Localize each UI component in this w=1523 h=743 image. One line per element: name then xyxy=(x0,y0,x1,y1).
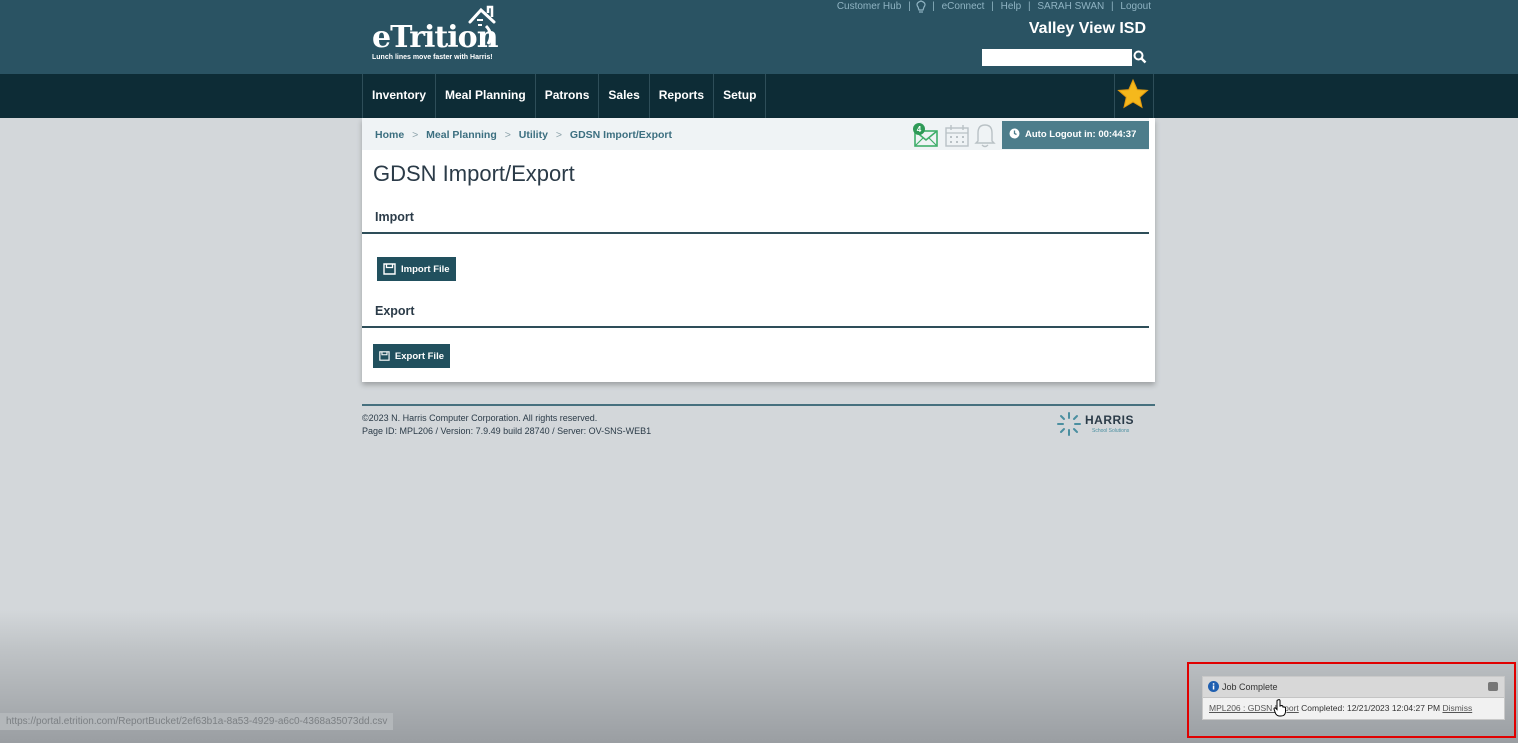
favorites-button[interactable] xyxy=(1114,74,1154,118)
footer-divider xyxy=(362,404,1155,406)
nav-meal-planning[interactable]: Meal Planning xyxy=(436,74,536,118)
close-icon[interactable] xyxy=(1488,682,1498,691)
harris-logo: HARRIS School Solutions xyxy=(1055,411,1155,437)
export-section-header: Export xyxy=(362,302,1149,328)
breadcrumb-separator: > xyxy=(555,129,562,141)
breadcrumb-current: GDSN Import/Export xyxy=(569,129,672,141)
toast-body: MPL206 : GDSN Import Completed: 12/21/20… xyxy=(1209,703,1472,713)
star-icon xyxy=(1117,78,1149,109)
nav-reports[interactable]: Reports xyxy=(650,74,715,118)
auto-logout-timer: Auto Logout in: 00:44:37 xyxy=(1002,121,1149,149)
content-card: Home > Meal Planning > Utility > GDSN Im… xyxy=(362,118,1155,382)
harris-swirl-icon xyxy=(1057,412,1081,436)
calendar-icon[interactable] xyxy=(944,124,970,148)
user-name-link[interactable]: SARAH SWAN xyxy=(1037,1,1104,12)
save-icon xyxy=(379,351,390,361)
breadcrumb-separator: > xyxy=(412,129,419,141)
job-completed-text: Completed: 12/21/2023 12:04:27 PM xyxy=(1301,703,1441,713)
job-complete-toast: Job Complete MPL206 : GDSN Import Comple… xyxy=(1202,676,1505,720)
dismiss-link[interactable]: Dismiss xyxy=(1442,703,1472,713)
separator: | xyxy=(1027,1,1031,13)
separator: | xyxy=(932,1,935,13)
nav-inventory[interactable]: Inventory xyxy=(362,74,437,118)
hand-cursor-icon xyxy=(1273,699,1287,717)
nav-setup[interactable]: Setup xyxy=(714,74,767,118)
mail-icon[interactable]: 4 xyxy=(912,122,940,148)
copyright-text: ©2023 N. Harris Computer Corporation. Al… xyxy=(362,413,598,423)
save-icon xyxy=(383,263,396,275)
main-nav: Inventory Meal Planning Patrons Sales Re… xyxy=(362,74,767,118)
nav-sales[interactable]: Sales xyxy=(599,74,650,118)
status-bar-url: https://portal.etrition.com/ReportBucket… xyxy=(0,713,394,730)
top-links: Customer Hub | | eConnect | Help | SARAH… xyxy=(835,0,1153,13)
breadcrumb-meal-planning[interactable]: Meal Planning xyxy=(426,129,497,141)
separator: | xyxy=(908,1,911,13)
customer-hub-link[interactable]: Customer Hub xyxy=(837,1,901,12)
import-section-header: Import xyxy=(362,208,1149,234)
lightbulb-icon[interactable] xyxy=(915,0,927,13)
import-file-label: Import File xyxy=(401,263,450,275)
logo-tagline: Lunch lines move faster with Harris! xyxy=(372,54,493,61)
logout-link[interactable]: Logout xyxy=(1120,1,1151,12)
harris-subtitle: School Solutions xyxy=(1092,428,1130,434)
breadcrumb-bar: Home > Meal Planning > Utility > GDSN Im… xyxy=(362,118,1149,150)
search-icon[interactable] xyxy=(1133,50,1147,64)
import-file-button[interactable]: Import File xyxy=(377,257,456,281)
district-name: Valley View ISD xyxy=(1028,20,1146,37)
toast-header: Job Complete xyxy=(1203,677,1504,698)
separator: | xyxy=(991,1,994,13)
harris-wordmark: HARRIS xyxy=(1085,413,1135,427)
header-bar xyxy=(0,0,1518,74)
breadcrumb-utility[interactable]: Utility xyxy=(519,129,548,141)
breadcrumb-home[interactable]: Home xyxy=(375,129,404,141)
econnect-link[interactable]: eConnect xyxy=(942,1,985,12)
mail-count-badge: 4 xyxy=(917,125,922,134)
window-edge xyxy=(1518,0,1523,743)
help-link[interactable]: Help xyxy=(1001,1,1022,12)
breadcrumb: Home > Meal Planning > Utility > GDSN Im… xyxy=(375,129,672,141)
export-file-button[interactable]: Export File xyxy=(373,344,450,368)
page-title: GDSN Import/Export xyxy=(373,161,575,186)
bell-icon[interactable] xyxy=(974,122,996,148)
page-id-text: Page ID: MPL206 / Version: 7.9.49 build … xyxy=(362,426,652,436)
clock-icon xyxy=(1009,128,1020,139)
import-heading: Import xyxy=(375,210,414,224)
auto-logout-text: Auto Logout in: 00:44:37 xyxy=(1025,129,1137,140)
toast-title: Job Complete xyxy=(1222,682,1278,692)
export-heading: Export xyxy=(375,304,415,318)
breadcrumb-separator: > xyxy=(504,129,511,141)
etrition-logo[interactable]: eTrition Lunch lines move faster with Ha… xyxy=(372,4,522,66)
export-file-label: Export File xyxy=(394,350,444,362)
nav-patrons[interactable]: Patrons xyxy=(536,74,600,118)
search-input[interactable] xyxy=(982,49,1132,66)
logo-wordmark: eTrition xyxy=(372,20,499,55)
info-icon xyxy=(1208,681,1219,692)
separator: | xyxy=(1111,1,1114,13)
